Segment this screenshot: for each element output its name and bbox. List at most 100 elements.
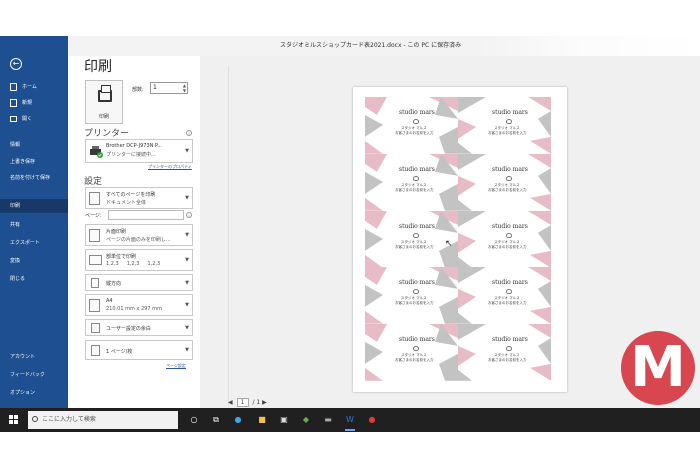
- setting-line1: 1 ページ/枚: [106, 349, 133, 355]
- setting-line1: A4: [106, 298, 113, 304]
- chevron-down-icon: ▼: [185, 148, 189, 154]
- pages-label: ページ:: [85, 213, 102, 219]
- info-icon[interactable]: i: [186, 212, 192, 218]
- orientation-dropdown[interactable]: 縦方向 ▼: [85, 274, 193, 291]
- app-red-icon[interactable]: ●: [365, 413, 379, 427]
- business-card: studio mars スタジオ マルス お客さまのお名前を入力: [365, 153, 458, 211]
- print-range-dropdown[interactable]: すべてのページを印刷 ドキュメント全体 ▼: [85, 187, 193, 209]
- card-brand: studio mars: [399, 165, 435, 173]
- stepper-arrows-icon[interactable]: ▲ ▼: [183, 83, 186, 93]
- card-line2: お客さまのお名前を入力: [488, 358, 527, 363]
- store-icon[interactable]: ▣: [277, 413, 291, 427]
- info-icon[interactable]: i: [186, 130, 192, 136]
- prev-page-icon[interactable]: ◀: [228, 399, 233, 406]
- window-title: スタジオミルスショップカード表2021.docx - この PC に保存済み: [280, 42, 462, 49]
- pages-input[interactable]: [108, 210, 184, 220]
- arrow-left-circle-icon[interactable]: ←: [10, 58, 22, 70]
- business-card: studio mars スタジオ マルス お客さまのお名前を入力: [458, 267, 551, 325]
- printer-properties-link[interactable]: プリンターのプロパティ: [148, 164, 192, 170]
- page-navigator: ◀ 1 / 1 ▶: [228, 398, 267, 407]
- copies-label: 部数:: [132, 87, 144, 93]
- watermark-logo: M: [621, 331, 695, 405]
- search-placeholder: ここに入力して検索: [42, 416, 96, 423]
- chevron-down-icon: ▼: [185, 232, 189, 238]
- print-button[interactable]: 印刷: [85, 80, 123, 124]
- nav-item-info[interactable]: 情報: [0, 138, 68, 152]
- chevron-down-icon: ▼: [185, 257, 189, 263]
- nav-item-label: 変換: [10, 258, 21, 264]
- page-setup-link[interactable]: ページ設定: [166, 363, 186, 369]
- nav-item-print[interactable]: 印刷: [0, 199, 68, 213]
- nav-item-options[interactable]: オプション: [0, 386, 68, 400]
- next-page-icon[interactable]: ▶: [262, 399, 267, 406]
- collate-part: 1,2,3: [147, 261, 161, 267]
- card-line2: お客さまのお名前を入力: [488, 301, 527, 306]
- paper-size-dropdown[interactable]: A4 210.01 mm x 297 mm ▼: [85, 294, 193, 316]
- single-side-icon: [89, 229, 100, 242]
- chevron-down-icon: ▼: [185, 195, 189, 201]
- card-brand: studio mars: [492, 336, 528, 344]
- search-input[interactable]: ここに入力して検索: [28, 411, 178, 429]
- print-button-label: 印刷: [98, 114, 109, 120]
- nav-item-home[interactable]: ホーム: [0, 80, 68, 94]
- card-line2: お客さまのお名前を入力: [488, 187, 527, 192]
- setting-line1: ユーザー設定の余白: [106, 326, 151, 332]
- search-icon: [32, 416, 38, 422]
- nav-item-label: 情報: [10, 142, 21, 148]
- start-icon[interactable]: [9, 415, 19, 425]
- card-line2: お客さまのお名前を入力: [395, 187, 434, 192]
- nav-item-save[interactable]: 上書き保存: [0, 155, 68, 169]
- nav-item-label: 名前を付けて保存: [10, 175, 51, 181]
- backstage-nav: ← ホーム 新規 開く 情報 上書き保存 名前を付けて保存 印刷 共有 エクスポ…: [0, 36, 68, 408]
- panel-divider: [228, 66, 229, 406]
- card-brand: studio mars: [492, 222, 528, 230]
- current-page-input[interactable]: 1: [236, 398, 249, 407]
- ring-icon: [413, 346, 419, 352]
- printer-status: プリンターに接続中...: [106, 152, 156, 158]
- chevron-down-icon: ▼: [185, 279, 189, 286]
- nav-item-new[interactable]: 新規: [0, 96, 68, 110]
- ring-icon: [506, 346, 512, 352]
- mouse-cursor-icon: ↖: [445, 239, 453, 249]
- setting-line1: 縦方向: [106, 281, 122, 287]
- task-view-icon[interactable]: ⧉: [209, 413, 223, 427]
- portrait-icon: [91, 278, 99, 288]
- collate-part: 1,2,3: [126, 261, 140, 267]
- pages-per-sheet-dropdown[interactable]: 1 ページ/枚 ▼: [85, 340, 193, 360]
- business-card: studio mars スタジオ マルス お客さまのお名前を入力: [365, 324, 458, 381]
- settings-section-title: 設定: [84, 177, 103, 187]
- collate-dropdown[interactable]: 部単位で印刷 1,2,3 1,2,3 1,2,3 ▼: [85, 249, 193, 271]
- sides-dropdown[interactable]: 片面印刷 ページの片面のみを印刷し... ▼: [85, 224, 193, 246]
- nav-item-transform[interactable]: 変換: [0, 254, 68, 268]
- collate-icon: [89, 255, 102, 265]
- nav-item-open[interactable]: 開く: [0, 112, 68, 126]
- screen: スタジオミルスショップカード表2021.docx - この PC に保存済み ←…: [0, 0, 700, 467]
- generic-app-icon[interactable]: ◆: [299, 413, 313, 427]
- nav-item-label: フィードバック: [10, 372, 45, 378]
- nav-item-feedback[interactable]: フィードバック: [0, 368, 68, 382]
- nav-item-export[interactable]: エクスポート: [0, 236, 68, 250]
- nav-item-share[interactable]: 共有: [0, 218, 68, 232]
- card-line2: お客さまのお名前を入力: [395, 244, 434, 249]
- copies-value: 1: [153, 84, 157, 91]
- ring-icon: [506, 232, 512, 238]
- card-brand: studio mars: [399, 336, 435, 344]
- bottom-margin: [0, 432, 700, 467]
- generic-app-icon[interactable]: ▬: [321, 413, 335, 427]
- margins-dropdown[interactable]: ユーザー設定の余白 ▼: [85, 319, 193, 336]
- printer-dropdown[interactable]: Brother DCP-J973N P... プリンターに接続中... ▼: [85, 139, 193, 163]
- cortana-icon[interactable]: ○: [187, 413, 201, 427]
- nav-item-account[interactable]: アカウント: [0, 350, 68, 364]
- nav-item-save-as[interactable]: 名前を付けて保存: [0, 174, 56, 190]
- edge-icon[interactable]: ●: [231, 413, 245, 427]
- nav-item-close[interactable]: 閉じる: [0, 272, 68, 286]
- word-icon[interactable]: W: [343, 413, 357, 431]
- copies-stepper[interactable]: 1 ▲ ▼: [150, 82, 188, 94]
- file-explorer-icon[interactable]: ■: [255, 413, 269, 427]
- document-stack-icon: [89, 192, 100, 205]
- setting-line2: 210.01 mm x 297 mm: [106, 306, 162, 312]
- printer-status-icon: [89, 146, 103, 158]
- setting-line1: すべてのページを印刷: [106, 192, 156, 198]
- nav-item-label: 新規: [22, 100, 33, 106]
- preview-page: studio mars スタジオ マルス お客さまのお名前を入力 studio mar…: [353, 87, 567, 392]
